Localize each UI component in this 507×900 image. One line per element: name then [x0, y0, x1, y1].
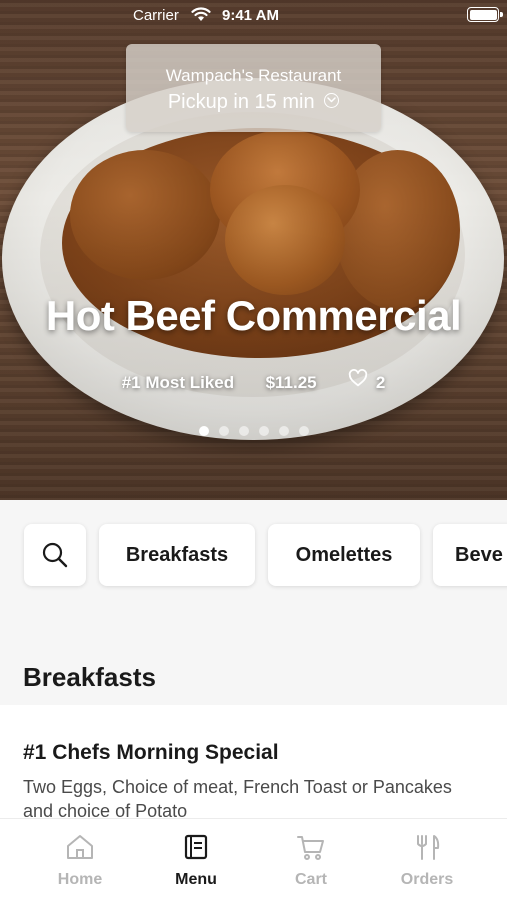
- cart-icon: [297, 836, 324, 860]
- restaurant-name: Wampach's Restaurant: [165, 66, 342, 85]
- carousel-dot[interactable]: [198, 426, 209, 436]
- category-chip-beverages[interactable]: Beve: [433, 524, 507, 586]
- category-bar[interactable]: Breakfasts Omelettes Beve: [0, 500, 507, 610]
- carousel-dot[interactable]: [298, 426, 309, 436]
- carousel-dot[interactable]: [238, 426, 249, 436]
- tab-label: Cart: [294, 871, 327, 888]
- menu-item-description: Two Eggs, Choice of meat, French Toast o…: [23, 777, 452, 821]
- tab-menu[interactable]: Menu: [141, 833, 251, 889]
- section-title: Breakfasts: [23, 662, 156, 692]
- menu-item[interactable]: #1 Chefs Morning Special Two Eggs, Choic…: [0, 705, 507, 821]
- tab-orders[interactable]: Orders: [372, 833, 482, 889]
- search-icon: [42, 542, 68, 568]
- app-screen: Carrier 9:41 AM Wampach's Restaurant Pic…: [0, 0, 507, 900]
- battery-icon: [467, 7, 503, 22]
- heart-icon[interactable]: [348, 369, 368, 387]
- tab-label: Menu: [175, 871, 217, 888]
- tab-label: Orders: [400, 871, 454, 888]
- pickup-time-label: Pickup in 15 min: [167, 91, 315, 113]
- most-liked-badge: #1 Most Liked: [121, 372, 235, 392]
- wifi-icon: [191, 7, 211, 21]
- chevron-down-icon: [324, 93, 340, 109]
- tab-cart[interactable]: Cart: [256, 833, 366, 889]
- menu-item-name: #1 Chefs Morning Special: [23, 741, 279, 764]
- clock: 9:41 AM: [222, 7, 279, 24]
- pickup-selector[interactable]: Wampach's Restaurant Pickup in 15 min: [126, 44, 381, 132]
- hero-carousel[interactable]: Carrier 9:41 AM Wampach's Restaurant Pic…: [0, 0, 507, 500]
- featured-dish-title[interactable]: Hot Beef Commercial: [0, 292, 507, 340]
- carousel-dot[interactable]: [278, 426, 289, 436]
- carousel-dot[interactable]: [218, 426, 229, 436]
- featured-dish-meta: #1 Most Liked $11.25 2: [0, 369, 507, 393]
- status-bar: Carrier 9:41 AM: [0, 0, 507, 30]
- price-label: $11.25: [265, 372, 317, 392]
- carousel-pagination[interactable]: [0, 423, 507, 441]
- carousel-dot[interactable]: [258, 426, 269, 436]
- tab-home[interactable]: Home: [25, 833, 135, 889]
- orders-icon: [417, 835, 440, 860]
- menu-icon: [184, 834, 208, 860]
- tab-bar: Home Menu Cart Orders: [0, 818, 507, 900]
- home-icon: [67, 835, 93, 859]
- search-button[interactable]: [24, 524, 86, 586]
- carrier-label: Carrier: [133, 7, 179, 24]
- category-chip-omelettes[interactable]: Omelettes: [268, 524, 420, 586]
- likes-count: 2: [375, 372, 386, 392]
- tab-label: Home: [57, 871, 103, 888]
- category-chip-breakfasts[interactable]: Breakfasts: [99, 524, 255, 586]
